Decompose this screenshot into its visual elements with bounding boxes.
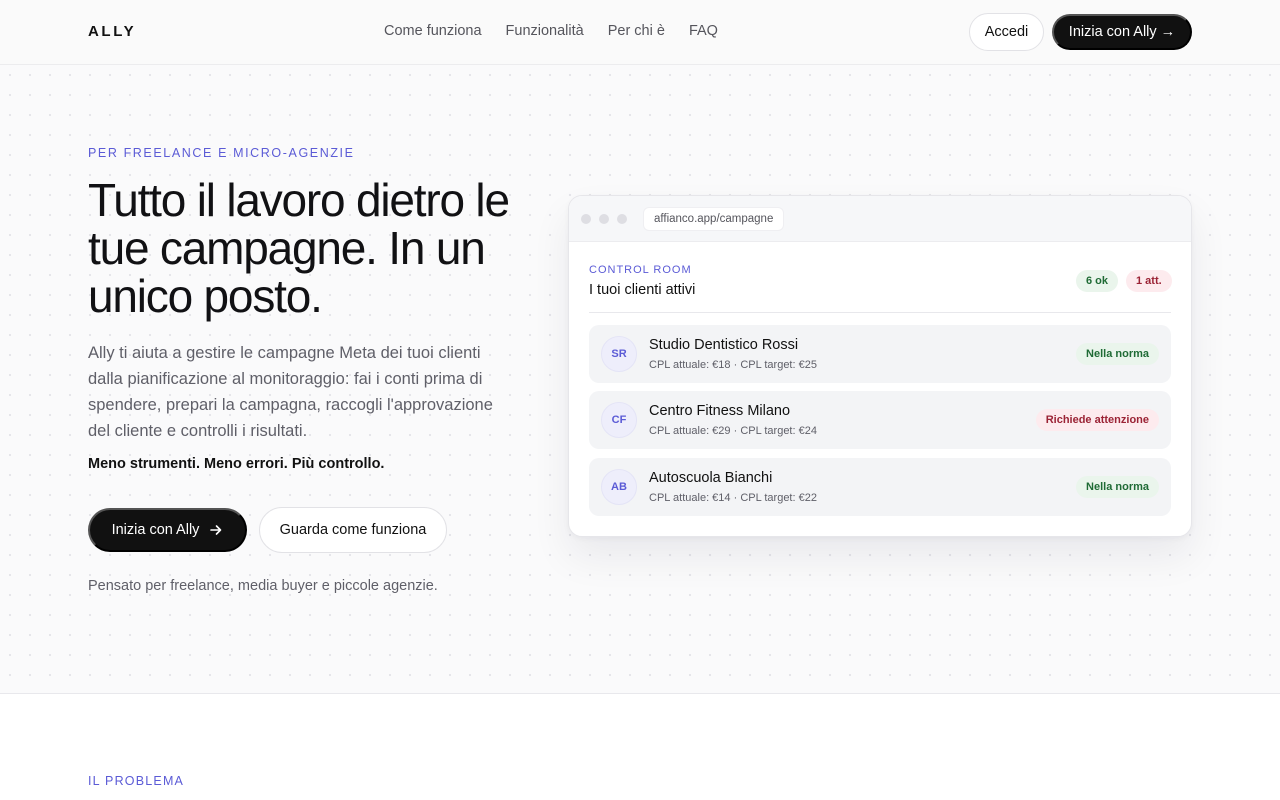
client-row: CF Centro Fitness Milano CPL attuale: €2…: [589, 391, 1171, 449]
window-titlebar: affianco.app/campagne: [569, 196, 1191, 242]
status-badge: Nella norma: [1076, 343, 1159, 365]
client-name: Studio Dentistico Rossi: [649, 337, 799, 353]
start-button[interactable]: Inizia con Ally: [88, 508, 247, 552]
client-row: AB Autoscuola Bianchi CPL attuale: €14 ·…: [589, 458, 1171, 516]
nav-link-funzionalita[interactable]: Funzionalità: [506, 23, 584, 39]
app-preview-window: affianco.app/campagne CONTROL ROOM I tuo…: [568, 195, 1192, 537]
problem-section-eyebrow: IL PROBLEMA: [88, 774, 185, 788]
nav-link-faq[interactable]: FAQ: [689, 23, 718, 39]
window-dot-icon: [599, 214, 609, 224]
control-room-label: CONTROL ROOM: [589, 264, 692, 276]
client-cpl-details: CPL attuale: €14 · CPL target: €22: [649, 492, 817, 504]
nav-link-come-funziona[interactable]: Come funziona: [384, 23, 482, 39]
header-start-button[interactable]: Inizia con Ally →: [1052, 14, 1192, 50]
client-avatar: SR: [601, 336, 637, 372]
client-avatar: CF: [601, 402, 637, 438]
start-button-label: Inizia con Ally: [111, 522, 200, 538]
login-button[interactable]: Accedi: [969, 13, 1044, 51]
how-it-works-button[interactable]: Guarda come funziona: [259, 507, 447, 553]
control-room-title: I tuoi clienti attivi: [589, 282, 696, 298]
logo[interactable]: ALLY: [88, 23, 136, 40]
status-badge: Nella norma: [1076, 476, 1159, 498]
client-row: SR Studio Dentistico Rossi CPL attuale: …: [589, 325, 1171, 383]
client-cpl-details: CPL attuale: €29 · CPL target: €24: [649, 425, 817, 437]
hero-tagline: Meno strumenti. Meno errori. Più control…: [88, 456, 385, 472]
hero-eyebrow: PER FREELANCE E MICRO-AGENZIE: [88, 146, 355, 160]
site-header: ALLY Come funziona Funzionalità Per chi …: [0, 0, 1280, 65]
hero-description: Ally ti aiuta a gestire le campagne Meta…: [88, 344, 493, 440]
main-nav: Come funziona Funzionalità Per chi è FAQ: [384, 23, 718, 39]
client-name: Centro Fitness Milano: [649, 403, 791, 419]
client-avatar: AB: [601, 469, 637, 505]
divider: [589, 312, 1171, 313]
client-cpl-details: CPL attuale: €18 · CPL target: €25: [649, 359, 817, 371]
status-badge: Richiede attenzione: [1035, 409, 1159, 431]
arrow-right-icon: [210, 525, 222, 535]
url-bar: affianco.app/campagne: [643, 207, 785, 231]
hero-footnote: Pensato per freelance, media buyer e pic…: [88, 578, 438, 594]
window-dot-icon: [581, 214, 591, 224]
window-dot-icon: [617, 214, 627, 224]
hero-title: Tutto il lavoro dietro le tue campagne. …: [88, 174, 510, 322]
client-name: Autoscuola Bianchi: [649, 470, 773, 486]
attention-count-badge: 1 att.: [1126, 270, 1172, 292]
nav-link-per-chi-e[interactable]: Per chi è: [608, 23, 665, 39]
ok-count-badge: 6 ok: [1076, 270, 1119, 292]
